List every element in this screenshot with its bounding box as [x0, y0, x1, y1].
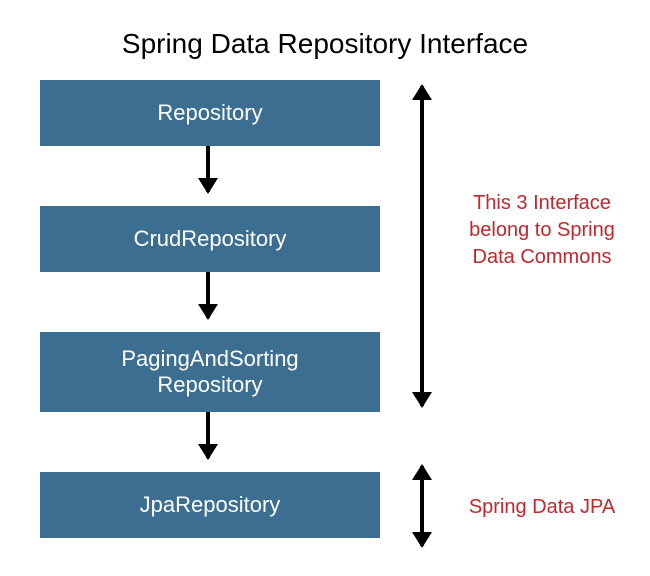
box-label: Repository — [157, 100, 262, 126]
box-label: PagingAndSorting Repository — [121, 346, 298, 399]
diagram-canvas: Repository CrudRepository PagingAndSorti… — [0, 80, 650, 560]
box-label: JpaRepository — [140, 492, 281, 518]
note-spring-data-jpa: Spring Data JPA — [452, 494, 632, 521]
arrow-down-icon — [206, 412, 210, 458]
bracket-arrow-icon — [420, 86, 424, 406]
box-repository: Repository — [40, 80, 380, 146]
bracket-arrow-icon — [420, 466, 424, 546]
diagram-title: Spring Data Repository Interface — [0, 0, 650, 80]
note-spring-data-commons: This 3 Interface belong to Spring Data C… — [452, 190, 632, 271]
box-paging-sorting-repository: PagingAndSorting Repository — [40, 332, 380, 412]
box-jpa-repository: JpaRepository — [40, 472, 380, 538]
box-crud-repository: CrudRepository — [40, 206, 380, 272]
arrow-down-icon — [206, 272, 210, 318]
box-label: CrudRepository — [134, 226, 287, 252]
arrow-down-icon — [206, 146, 210, 192]
